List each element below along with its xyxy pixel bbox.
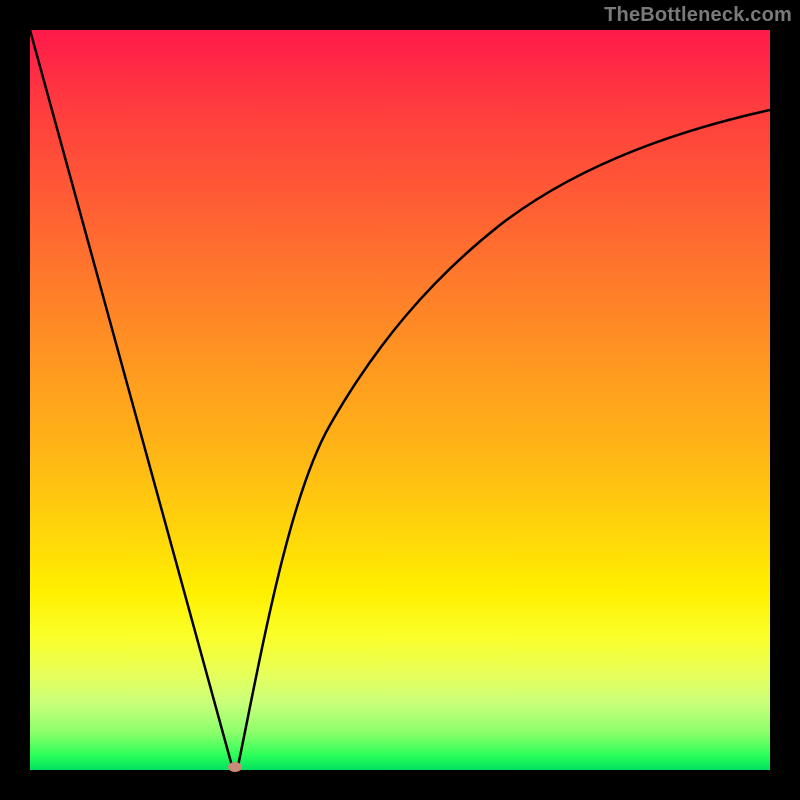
plot-area — [30, 30, 770, 770]
bottleneck-curve — [30, 30, 770, 770]
curve-left-branch — [30, 30, 232, 766]
chart-frame: TheBottleneck.com — [0, 0, 800, 800]
curve-right-branch — [238, 110, 770, 766]
watermark-text: TheBottleneck.com — [604, 4, 792, 27]
minimum-marker — [228, 762, 242, 772]
